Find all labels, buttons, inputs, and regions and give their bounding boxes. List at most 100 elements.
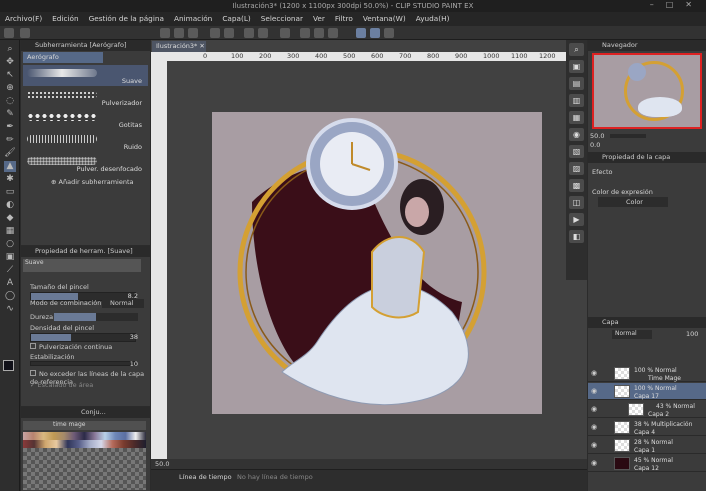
timeline-tab[interactable]: Línea de tiempo bbox=[179, 473, 232, 481]
airbrush-icon[interactable]: ▲ bbox=[4, 161, 16, 172]
pen-icon[interactable]: ✒ bbox=[4, 122, 16, 133]
color-wheel-icon[interactable]: ◉ bbox=[569, 128, 584, 141]
navigator-preview[interactable] bbox=[592, 53, 702, 129]
menu-ventana[interactable]: Ventana(W) bbox=[358, 14, 411, 23]
subtool-group-tab[interactable]: Aerógrafo bbox=[23, 52, 103, 63]
document-tab[interactable]: Ilustración3* ✕ bbox=[152, 41, 206, 52]
ruler-icon[interactable]: ⟋ bbox=[4, 265, 16, 276]
navigator-icon[interactable]: ⌕ bbox=[569, 43, 584, 56]
eye-icon[interactable]: ◉ bbox=[591, 406, 597, 413]
snap-ruler-icon[interactable] bbox=[356, 28, 366, 38]
new-icon[interactable] bbox=[160, 28, 170, 38]
color-history-icon[interactable]: ◫ bbox=[569, 196, 584, 209]
pencil-icon[interactable]: ✏ bbox=[4, 135, 16, 146]
expression-color-select[interactable]: Color bbox=[598, 197, 668, 207]
main-color-swatch[interactable] bbox=[3, 360, 14, 371]
navigator-zoom-slider[interactable] bbox=[610, 134, 646, 138]
color-set-tab[interactable]: Conju... bbox=[21, 407, 150, 418]
color-set-select[interactable]: time mage bbox=[23, 421, 146, 430]
menu-ver[interactable]: Ver bbox=[308, 14, 330, 23]
eye-icon[interactable]: ◉ bbox=[591, 442, 597, 449]
brush-item-gotitas[interactable]: Gotitas bbox=[23, 109, 148, 130]
home-icon[interactable] bbox=[4, 28, 14, 38]
window-controls[interactable]: –□✕ bbox=[650, 0, 704, 9]
hardness-selector[interactable] bbox=[54, 313, 138, 321]
layer-tab[interactable]: Capa bbox=[588, 317, 706, 328]
blend-mode-row[interactable]: Modo de combinación Normal bbox=[30, 299, 148, 308]
density-slider[interactable] bbox=[30, 333, 136, 342]
lasso-icon[interactable]: ◌ bbox=[4, 96, 16, 107]
item-bank-icon[interactable]: ◧ bbox=[569, 230, 584, 243]
redo-icon[interactable] bbox=[224, 28, 234, 38]
color-slider-icon[interactable]: ▧ bbox=[569, 145, 584, 158]
clear-icon[interactable] bbox=[244, 28, 254, 38]
blend-mode-select[interactable]: Normal bbox=[102, 299, 144, 308]
density-row[interactable]: Densidad del pincel 38 bbox=[30, 324, 148, 342]
navigator-angle[interactable]: 0.0 bbox=[590, 141, 600, 149]
layer-row[interactable]: ◉ 45 % Normal Capa 12 bbox=[588, 455, 706, 472]
operation-icon[interactable]: ↖ bbox=[4, 70, 16, 81]
minimize-icon[interactable]: – bbox=[650, 0, 666, 9]
frame-icon[interactable]: ▣ bbox=[4, 252, 16, 263]
brush-item-suave[interactable]: Suave bbox=[23, 65, 148, 86]
layer-row[interactable]: ◉ 100 % Normal Time Mage bbox=[588, 365, 706, 382]
color-swatch-grid[interactable] bbox=[23, 432, 146, 490]
brush-item-ruido[interactable]: Ruido bbox=[23, 131, 148, 152]
history-icon[interactable]: ▦ bbox=[569, 111, 584, 124]
eye-icon[interactable]: ◉ bbox=[591, 388, 597, 395]
fill-tool-icon[interactable]: ◆ bbox=[4, 213, 16, 224]
ref-layer-checkbox[interactable] bbox=[30, 370, 36, 376]
canvas-paper[interactable] bbox=[212, 112, 542, 414]
area-scaling-row[interactable]: ✓ Escalado de área bbox=[30, 381, 148, 389]
menu-gestion-pagina[interactable]: Gestión de la página bbox=[84, 14, 169, 23]
menu-capa[interactable]: Capa(L) bbox=[217, 14, 255, 23]
eye-icon[interactable]: ◉ bbox=[591, 370, 597, 377]
correct-line-icon[interactable]: ∿ bbox=[4, 304, 16, 315]
save-icon[interactable] bbox=[188, 28, 198, 38]
intermediate-color-icon[interactable]: ▨ bbox=[569, 162, 584, 175]
move-icon[interactable]: ✥ bbox=[4, 57, 16, 68]
menu-edicion[interactable]: Edición bbox=[47, 14, 83, 23]
stabilization-slider[interactable] bbox=[30, 361, 136, 366]
continuous-checkbox[interactable] bbox=[30, 343, 36, 349]
deselect-icon[interactable] bbox=[314, 28, 324, 38]
zoom-readout[interactable]: 50.0 bbox=[151, 460, 169, 468]
sub-view-icon[interactable]: ▣ bbox=[569, 60, 584, 73]
maximize-icon[interactable]: □ bbox=[666, 0, 686, 9]
eye-icon[interactable]: ◉ bbox=[591, 460, 597, 467]
hardness-row[interactable]: Dureza bbox=[30, 313, 148, 321]
invert-selection-icon[interactable] bbox=[328, 28, 338, 38]
material-icon[interactable]: ▤ bbox=[569, 77, 584, 90]
layer-search-icon[interactable]: ▥ bbox=[569, 94, 584, 107]
subtool-tab[interactable]: Subherramienta [Aerógrafo] bbox=[21, 40, 150, 51]
blend-icon[interactable]: ◐ bbox=[4, 200, 16, 211]
close-icon[interactable]: ✕ bbox=[685, 0, 704, 9]
layer-row[interactable]: ◉ 43 % Normal Capa 2 bbox=[588, 401, 706, 418]
transform-icon[interactable] bbox=[258, 28, 268, 38]
continuous-row[interactable]: Pulverización continua bbox=[30, 343, 148, 351]
brush-icon[interactable]: 🖌 bbox=[4, 148, 16, 159]
zoom-icon[interactable]: ⌕ bbox=[4, 44, 16, 55]
decoration-icon[interactable]: ✱ bbox=[4, 174, 16, 185]
layer-blend-select[interactable]: Normal bbox=[612, 330, 652, 339]
open-icon[interactable] bbox=[174, 28, 184, 38]
menu-animacion[interactable]: Animación bbox=[169, 14, 217, 23]
fill-icon[interactable] bbox=[280, 28, 290, 38]
brush-size-row[interactable]: Tamaño del pincel 8.2 bbox=[30, 283, 148, 301]
layer-row[interactable]: ◉ 28 % Normal Capa 1 bbox=[588, 437, 706, 454]
menu-seleccionar[interactable]: Seleccionar bbox=[256, 14, 308, 23]
select-all-icon[interactable] bbox=[300, 28, 310, 38]
eyedropper-icon[interactable]: ✎ bbox=[4, 109, 16, 120]
approx-color-icon[interactable]: ▩ bbox=[569, 179, 584, 192]
snap-grid-icon[interactable] bbox=[384, 28, 394, 38]
balloon-icon[interactable]: ◯ bbox=[4, 291, 16, 302]
layer-opacity[interactable]: 100 bbox=[686, 330, 698, 338]
gradient-icon[interactable]: ▦ bbox=[4, 226, 16, 237]
menu-icon[interactable] bbox=[20, 28, 30, 38]
navigator-zoom[interactable]: 50.0 bbox=[590, 132, 604, 140]
close-tab-icon[interactable]: ✕ bbox=[199, 42, 204, 50]
eraser-icon[interactable]: ▭ bbox=[4, 187, 16, 198]
layer-row-selected[interactable]: ◉ 100 % Normal Capa 17 bbox=[588, 383, 706, 400]
move-layer-icon[interactable]: ⊕ bbox=[4, 83, 16, 94]
stabilization-row[interactable]: Estabilización 10 bbox=[30, 353, 148, 368]
